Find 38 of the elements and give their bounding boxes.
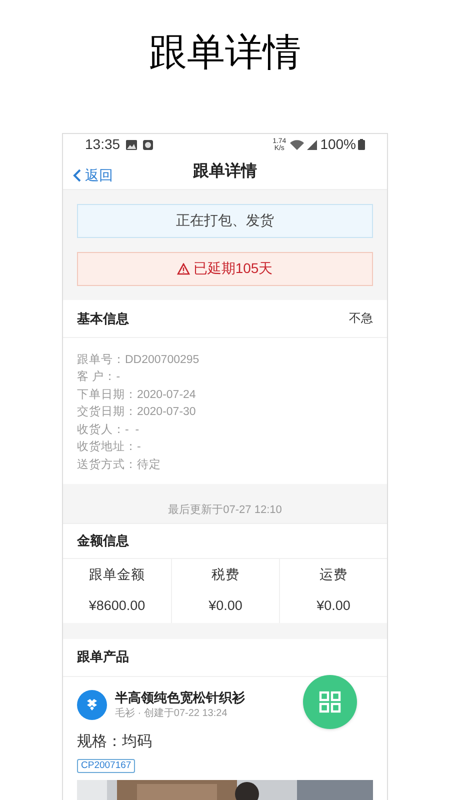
status-time: 13:35 xyxy=(85,135,120,154)
amount-label: 税费 xyxy=(212,566,240,584)
info-field: 交货日期：2020-07-30 xyxy=(77,404,373,422)
section-title: 跟单产品 xyxy=(77,648,129,666)
wifi-icon xyxy=(290,140,304,150)
image-icon xyxy=(126,140,138,150)
grid-button[interactable] xyxy=(303,674,357,728)
product-spec: 规格：均码 xyxy=(77,732,153,752)
headline: 跟单详情 xyxy=(149,34,301,72)
amount-value: ¥8600.00 xyxy=(88,596,146,614)
warning-icon xyxy=(177,262,190,275)
amount-value: ¥0.00 xyxy=(208,596,242,614)
chevron-left-icon xyxy=(73,168,81,182)
grid-icon xyxy=(319,690,341,712)
amount-label: 跟单金额 xyxy=(89,566,145,584)
info-field: 跟单号：DD200700295 xyxy=(77,352,373,370)
back-button[interactable]: 返回 xyxy=(73,164,113,186)
section-title: 金额信息 xyxy=(77,532,129,550)
product-icon xyxy=(77,690,107,720)
info-field: 下单日期：2020-07-24 xyxy=(77,386,373,404)
product-code-tag: CP2007167 xyxy=(77,759,136,773)
product-name: 半高领纯色宽松针织衫 xyxy=(115,688,245,706)
amount-label: 运费 xyxy=(320,566,348,584)
clock-icon xyxy=(143,140,154,150)
signal-icon xyxy=(307,140,318,150)
info-field: 收货地址：- xyxy=(77,439,373,457)
battery-icon xyxy=(358,139,365,150)
product-meta: 毛衫 · 创建于07-22 13:24 xyxy=(115,706,228,720)
warning-banner: 已延期105天 xyxy=(77,252,373,286)
section-title: 基本信息 xyxy=(77,310,129,328)
battery-percent: 100% xyxy=(320,135,356,154)
info-field: 送货方式：待定 xyxy=(77,456,373,474)
info-field: 客 户：- xyxy=(77,369,373,387)
screen-title: 跟单详情 xyxy=(193,161,257,182)
amount-value: ¥0.00 xyxy=(316,596,350,614)
status-banner: 正在打包、发货 xyxy=(77,204,373,238)
urgency-label: 不急 xyxy=(349,310,373,328)
info-field: 收货人：- - xyxy=(77,422,373,440)
